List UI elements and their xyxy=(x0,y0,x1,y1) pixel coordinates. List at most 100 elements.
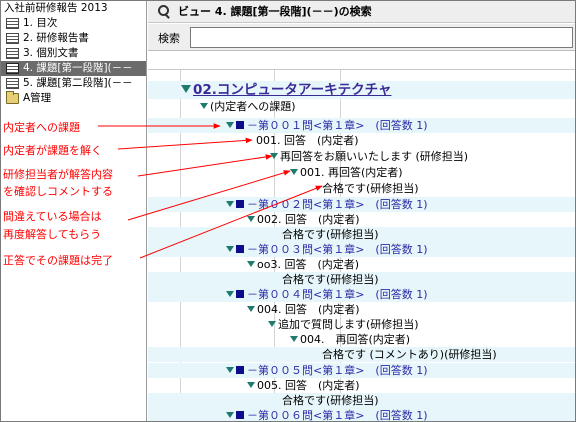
annotation-correct-complete: 正答でその課題は完了 xyxy=(3,254,113,267)
square-bullet-icon xyxy=(236,290,244,298)
category-subheading[interactable]: (内定者への課題) xyxy=(148,99,575,114)
question-label: －第００５問<第１章> (回答数 1) xyxy=(247,364,428,377)
response-label: 追加で質問します(研修担当) xyxy=(278,318,419,331)
answer-label: oo3. 回答 (内定者) xyxy=(257,258,360,271)
expand-twisty-icon[interactable] xyxy=(247,216,255,222)
view-icon xyxy=(6,18,19,29)
expand-twisty-icon[interactable] xyxy=(226,412,234,418)
response-row[interactable]: 追加で質問します(研修担当) xyxy=(148,317,575,332)
expand-twisty-icon[interactable] xyxy=(226,201,234,207)
grid-top-line xyxy=(148,69,575,70)
view-icon xyxy=(6,63,19,74)
expand-twisty-icon[interactable] xyxy=(226,246,234,252)
question-category-row[interactable]: －第００４問<第１章> (回答数 1) xyxy=(148,287,575,302)
view-title: ビュー 4. 課題[第一段階](－－)の検索 xyxy=(178,5,372,18)
view-icon xyxy=(6,33,19,44)
square-bullet-icon xyxy=(236,200,244,208)
answer-row[interactable]: 001. 回答 (内定者) xyxy=(148,133,575,148)
view-header: ビュー 4. 課題[第一段階](－－)の検索 xyxy=(148,1,575,23)
nav-item-label: A管理 xyxy=(23,92,52,104)
response-label: 再回答をお願いいたします (研修担当) xyxy=(280,150,469,163)
response-label: 合格です(研修担当) xyxy=(282,394,379,407)
search-icon xyxy=(158,5,172,19)
question-category-row[interactable]: －第００３問<第１章> (回答数 1) xyxy=(148,242,575,257)
response-label: 合格です(研修担当) xyxy=(282,228,379,241)
reanswer-label: 004. 再回答(内定者) xyxy=(300,333,411,346)
expand-twisty-icon[interactable] xyxy=(247,382,255,388)
nav-item-label: 4. 課題[第一段階](－－ xyxy=(23,62,133,74)
nav-item-label: 3. 個別文書 xyxy=(23,47,79,59)
answer-row[interactable]: oo3. 回答 (内定者) xyxy=(148,257,575,272)
database-title: 入社前研修報告 2013 xyxy=(4,2,108,14)
reanswer-row[interactable]: 004. 再回答(内定者) xyxy=(148,332,575,347)
expand-twisty-icon[interactable] xyxy=(290,336,298,342)
square-bullet-icon xyxy=(236,245,244,253)
expand-twisty-icon[interactable] xyxy=(226,291,234,297)
answer-label: 002. 回答 (内定者) xyxy=(257,213,360,226)
question-category-row[interactable]: －第００５問<第１章> (回答数 1) xyxy=(148,363,575,378)
expand-twisty-icon[interactable] xyxy=(226,122,234,128)
response-label: 合格です(研修担当) xyxy=(322,182,419,195)
question-label: －第００４問<第１章> (回答数 1) xyxy=(247,288,428,301)
view-icon xyxy=(6,78,19,89)
square-bullet-icon xyxy=(236,366,244,374)
response-label: 合格です (コメントあり)(研修担当) xyxy=(322,348,497,361)
expand-twisty-icon[interactable] xyxy=(247,261,255,267)
nav-item-label: 1. 目次 xyxy=(23,17,58,29)
response-row[interactable]: 合格です(研修担当) xyxy=(148,181,575,196)
annotation-if-wrong-1: 間違えている場合は xyxy=(3,210,102,223)
response-row[interactable]: 再回答をお願いいたします (研修担当) xyxy=(148,149,575,164)
answer-label: 005. 回答 (内定者) xyxy=(257,379,360,392)
annotation-recruit-solves: 内定者が課題を解く xyxy=(3,144,102,157)
nav-item-label: 2. 研修報告書 xyxy=(23,32,89,44)
annotation-trainer-checks-1: 研修担当者が解答内容 xyxy=(3,168,113,181)
question-label: －第００６問<第１章> (回答数 1) xyxy=(247,409,428,421)
square-bullet-icon xyxy=(236,121,244,129)
reanswer-row[interactable]: 001. 再回答(内定者) xyxy=(148,165,575,180)
answer-label: 004. 回答 (内定者) xyxy=(257,303,360,316)
answer-row[interactable]: 004. 回答 (内定者) xyxy=(148,302,575,317)
question-label: －第００１問<第１章> (回答数 1) xyxy=(247,119,428,132)
annotation-trainer-checks-2: を確認しコメントする xyxy=(3,185,113,198)
question-category-row[interactable]: －第００２問<第１章> (回答数 1) xyxy=(148,197,575,212)
nav-item-task-stage-1[interactable]: 4. 課題[第一段階](－－ xyxy=(1,61,146,76)
expand-twisty-icon[interactable] xyxy=(226,367,234,373)
annotation-if-wrong-2: 再度解答してもらう xyxy=(3,228,102,241)
category-heading[interactable]: 02.コンピュータアーキテクチャ xyxy=(148,81,575,99)
nav-item-individual-docs[interactable]: 3. 個別文書 xyxy=(1,46,146,61)
search-label: 検索 xyxy=(158,32,180,45)
nav-item-contents[interactable]: 1. 目次 xyxy=(1,16,146,31)
answer-row[interactable]: 002. 回答 (内定者) xyxy=(148,212,575,227)
search-bar: 検索 xyxy=(148,24,575,51)
question-label: －第００２問<第１章> (回答数 1) xyxy=(247,198,428,211)
view-icon xyxy=(6,48,19,59)
nav-item-task-stage-2[interactable]: 5. 課題[第二段階](－－ xyxy=(1,76,146,91)
category-subheading-label: (内定者への課題) xyxy=(210,100,296,113)
question-category-row[interactable]: －第００６問<第１章> (回答数 1) xyxy=(148,408,575,421)
question-category-row[interactable]: －第００１問<第１章> (回答数 1) xyxy=(148,118,575,133)
nav-item-label: 5. 課題[第二段階](－－ xyxy=(23,77,133,89)
response-row[interactable]: 合格です(研修担当) xyxy=(148,272,575,287)
expand-twisty-icon[interactable] xyxy=(268,321,276,327)
reanswer-label: 001. 再回答(内定者) xyxy=(300,166,403,179)
expand-twisty-icon[interactable] xyxy=(290,169,298,175)
folder-icon xyxy=(6,91,19,104)
response-row[interactable]: 合格です(研修担当) xyxy=(148,393,575,408)
expand-twisty-icon[interactable] xyxy=(270,153,278,159)
expand-twisty-icon[interactable] xyxy=(181,85,191,93)
square-bullet-icon xyxy=(236,411,244,419)
answer-row[interactable]: 005. 回答 (内定者) xyxy=(148,378,575,393)
response-row[interactable]: 合格です (コメントあり)(研修担当) xyxy=(148,347,575,362)
expand-twisty-icon[interactable] xyxy=(200,103,208,109)
answer-label: 001. 回答 (内定者) xyxy=(256,134,359,147)
search-input[interactable] xyxy=(190,27,573,48)
response-label: 合格です(研修担当) xyxy=(282,273,379,286)
category-heading-label: 02.コンピュータアーキテクチャ xyxy=(193,82,392,98)
view-content[interactable]: 02.コンピュータアーキテクチャ (内定者への課題) －第００１問<第１章> (… xyxy=(148,52,575,421)
response-row[interactable]: 合格です(研修担当) xyxy=(148,227,575,242)
nav-item-admin-folder[interactable]: A管理 xyxy=(1,91,146,106)
annotation-task-for-recruit: 内定者への課題 xyxy=(3,121,80,134)
nav-item-training-report[interactable]: 2. 研修報告書 xyxy=(1,31,146,46)
question-label: －第００３問<第１章> (回答数 1) xyxy=(247,243,428,256)
expand-twisty-icon[interactable] xyxy=(247,306,255,312)
